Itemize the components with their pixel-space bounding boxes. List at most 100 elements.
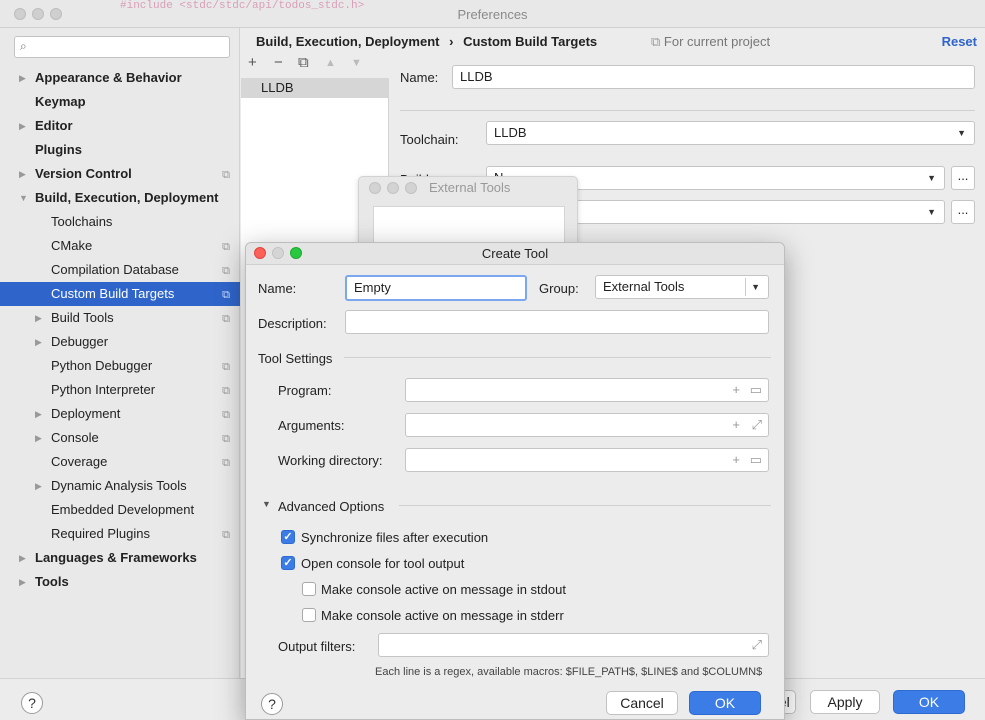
sidebar-item[interactable]: Python Interpreter ⧉ [0,378,240,402]
chevron-right-icon[interactable]: ▶ [19,570,26,594]
open-console-checkbox[interactable]: ✓ [281,556,295,570]
chevron-right-icon[interactable]: ▶ [19,546,26,570]
chevron-right-icon[interactable]: ▶ [19,114,26,138]
output-filters-field[interactable]: ⤢ [378,633,769,657]
sidebar-item-label: Python Interpreter [51,382,156,397]
ok-button[interactable]: OK [893,690,965,714]
sidebar-item[interactable]: ▶ Deployment ⧉ [0,402,240,426]
chevron-down-icon[interactable]: ▼ [262,499,271,509]
for-project-note: ⧉ For current project [651,34,770,50]
breadcrumb-current: Custom Build Targets [463,34,598,49]
project-scope-icon: ⧉ [222,409,230,421]
zoom-icon[interactable] [405,182,417,194]
target-item-lldb[interactable]: LLDB [241,78,389,98]
advanced-options-toggle[interactable]: Advanced Options [278,499,384,514]
chevron-right-icon[interactable]: ▶ [19,162,26,186]
open-console-label[interactable]: Open console for tool output [301,556,464,571]
folder-icon[interactable]: ▭ [750,449,762,471]
reset-link[interactable]: Reset [942,34,977,49]
chevron-right-icon[interactable]: ▶ [35,402,42,426]
dialog-ok-button[interactable]: OK [689,691,761,715]
toolchain-value: LLDB [494,125,527,140]
chevron-right-icon[interactable]: ▶ [35,426,42,450]
external-tools-title: External Tools [429,180,511,195]
dialog-help-button[interactable]: ? [261,693,283,715]
minimize-icon[interactable] [387,182,399,194]
chevron-right-icon[interactable]: ▶ [35,306,42,330]
sidebar-item[interactable]: ▶ Console ⧉ [0,426,240,450]
sidebar-item-label: Custom Build Targets [51,286,175,301]
arguments-label: Arguments: [278,418,345,433]
stderr-checkbox[interactable] [302,608,316,622]
sync-files-label[interactable]: Synchronize files after execution [301,530,488,545]
tool-name-field[interactable]: Empty [345,275,527,301]
sidebar-item[interactable]: ▶ Dynamic Analysis Tools [0,474,240,498]
move-down-icon[interactable]: ▼ [351,57,362,69]
expand-icon[interactable]: ⤢ [752,414,762,436]
stderr-label[interactable]: Make console active on message in stderr [321,608,564,623]
sidebar-item-label: Appearance & Behavior [35,70,182,85]
sidebar-item[interactable]: Compilation Database ⧉ [0,258,240,282]
chevron-down-icon: ▼ [927,173,936,183]
sidebar-item[interactable]: ▶ Build Tools ⧉ [0,306,240,330]
sidebar-item[interactable]: Coverage ⧉ [0,450,240,474]
sidebar-item[interactable]: ▶ Version Control ⧉ [0,162,240,186]
target-name-field[interactable]: LLDB [452,65,975,89]
sidebar-item[interactable]: ▶ Debugger [0,330,240,354]
project-scope-icon: ⧉ [222,289,230,301]
breadcrumb-separator: › [449,34,454,49]
breadcrumb-parent[interactable]: Build, Execution, Deployment [256,34,439,49]
remove-icon[interactable]: − [274,54,283,71]
toolchain-select[interactable]: LLDB ▼ [486,121,975,145]
sidebar-item[interactable]: CMake ⧉ [0,234,240,258]
sidebar-item[interactable]: Custom Build Targets ⧉ [0,282,240,306]
sidebar-item[interactable]: ▶ Appearance & Behavior [0,66,240,90]
window-titlebar: #include <stdc/stdc/api/todos_stdc.h> Pr… [0,0,985,28]
search-input[interactable]: ⌕ [14,36,230,58]
project-scope-icon: ⧉ [222,385,230,397]
sidebar-item-label: CMake [51,238,93,253]
chevron-down-icon[interactable]: ▼ [19,186,28,210]
project-scope-icon: ⧉ [222,361,230,373]
targets-toolbar: + − ⧉ ▲ ▼ [241,50,389,78]
clean-browse-button[interactable]: ... [951,200,975,224]
sidebar-item[interactable]: Python Debugger ⧉ [0,354,240,378]
sidebar-item[interactable]: ▶ Editor [0,114,240,138]
sidebar-item-label: Version Control [35,166,132,181]
expand-icon[interactable]: ⤢ [752,634,762,656]
arguments-field[interactable]: + ⤢ [405,413,769,437]
sync-files-checkbox[interactable]: ✓ [281,530,295,544]
sidebar-item[interactable]: Keymap [0,90,240,114]
stdout-label[interactable]: Make console active on message in stdout [321,582,566,597]
sidebar-item[interactable]: Plugins [0,138,240,162]
chevron-right-icon[interactable]: ▶ [19,66,26,90]
sidebar-item[interactable]: Required Plugins ⧉ [0,522,240,546]
project-scope-icon: ⧉ [222,241,230,253]
group-value: External Tools [603,279,685,294]
insert-macro-icon[interactable]: + [732,379,740,401]
program-field[interactable]: + ▭ [405,378,769,402]
copy-icon[interactable]: ⧉ [298,54,309,71]
working-directory-field[interactable]: + ▭ [405,448,769,472]
build-browse-button[interactable]: ... [951,166,975,190]
sidebar-item[interactable]: ▶ Tools [0,570,240,594]
close-icon[interactable] [369,182,381,194]
chevron-right-icon[interactable]: ▶ [35,474,42,498]
folder-icon[interactable]: ▭ [750,379,762,401]
sidebar-item[interactable]: Embedded Development [0,498,240,522]
sidebar-item[interactable]: Toolchains [0,210,240,234]
add-icon[interactable]: + [248,54,257,71]
stdout-checkbox[interactable] [302,582,316,596]
description-field[interactable] [345,310,769,334]
move-up-icon[interactable]: ▲ [325,57,336,69]
sidebar-item[interactable]: ▼ Build, Execution, Deployment [0,186,240,210]
apply-button[interactable]: Apply [810,690,880,714]
chevron-down-icon: ▼ [751,282,760,292]
insert-macro-icon[interactable]: + [732,449,740,471]
chevron-right-icon[interactable]: ▶ [35,330,42,354]
help-button[interactable]: ? [21,692,43,714]
insert-macro-icon[interactable]: + [732,414,740,436]
group-select[interactable]: External Tools ▼ [595,275,769,299]
dialog-cancel-button[interactable]: Cancel [606,691,678,715]
sidebar-item[interactable]: ▶ Languages & Frameworks [0,546,240,570]
